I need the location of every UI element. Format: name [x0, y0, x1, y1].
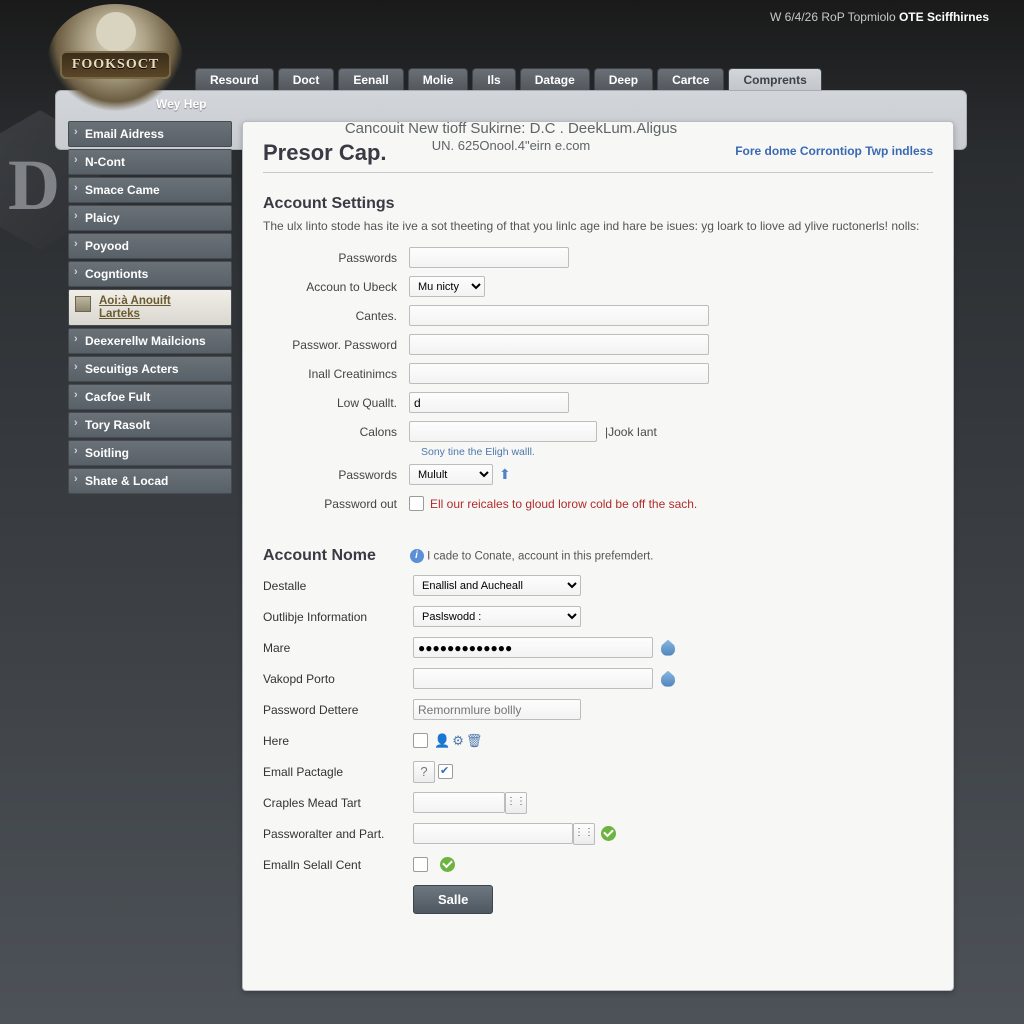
nav-deep[interactable]: Deep — [594, 68, 653, 90]
stepper-craples[interactable]: ⋮⋮ — [505, 792, 527, 814]
nav-ils[interactable]: Ils — [472, 68, 515, 90]
up-arrow-icon[interactable]: ⬆ — [499, 466, 511, 483]
footer: Cancouit New tioff Sukirne: D.C . DeekLu… — [56, 119, 966, 155]
lbl-email-sel: Emalln Selall Cent — [263, 858, 413, 872]
sidebar-item-tory[interactable]: Tory Rasolt — [68, 412, 232, 438]
section-account-nome: Account Nome — [263, 547, 376, 565]
breadcrumb: Wey Hep — [56, 91, 966, 119]
info-icon: i — [410, 549, 424, 563]
droplet-icon[interactable] — [661, 640, 675, 656]
site-logo: FOOKSOCT — [48, 4, 183, 114]
input-pass-det[interactable] — [413, 699, 581, 720]
lbl-inal-cred: Inall Creatinimcs — [263, 367, 409, 381]
nav-molie[interactable]: Molie — [408, 68, 469, 90]
sidebar: Email Aidress N-Cont Smace Came Plaicy P… — [68, 121, 232, 494]
sidebar-item-plaicy[interactable]: Plaicy — [68, 205, 232, 231]
lbl-pass-det: Password Dettere — [263, 703, 413, 717]
warn-text: Ell our reicales to gloud lorow cold be … — [430, 497, 697, 511]
nav-eenall[interactable]: Eenall — [338, 68, 403, 90]
ok-icon — [601, 826, 616, 841]
input-inal-cred[interactable] — [409, 363, 709, 384]
main-nav: Resourd Doct Eenall Molie Ils Datage Dee… — [195, 68, 969, 90]
lbl-passwords2: Passwords — [263, 468, 409, 482]
input-mare[interactable] — [413, 637, 653, 658]
hint-text: Sony tine the Eligh walll. — [421, 446, 933, 458]
sidebar-item-security[interactable]: Secuitigs Acters — [68, 356, 232, 382]
sidebar-item-cacfoe[interactable]: Cacfoe Fult — [68, 384, 232, 410]
input-low-qual[interactable] — [409, 392, 569, 413]
select-passwords2[interactable]: Mulult — [409, 464, 493, 485]
lbl-email-pac: Emall Pactagle — [263, 765, 413, 779]
sidebar-item-poyood[interactable]: Poyood — [68, 233, 232, 259]
input-cantes[interactable] — [409, 305, 709, 326]
nav-comprents[interactable]: Comprents — [728, 68, 821, 90]
header-meta: W 6/4/26 RoP Topmiolo OTE Sciffhirnes — [770, 10, 989, 24]
lbl-here: Here — [263, 734, 413, 748]
input-craples[interactable] — [413, 792, 505, 813]
sidebar-item-shate[interactable]: Shate & Locad — [68, 468, 232, 494]
lbl-password-out: Password out — [263, 497, 409, 511]
lbl-low-qual: Low Quallt. — [263, 396, 409, 410]
lbl-vakopd: Vakopd Porto — [263, 672, 413, 686]
lbl-craples: Craples Mead Tart — [263, 796, 413, 810]
chk-password-out[interactable] — [409, 496, 424, 511]
select-outible[interactable]: Paslswodd : — [413, 606, 581, 627]
person-icon: 👤 — [434, 733, 450, 748]
content-card: Fore dome Corrontiop Twp indless Presor … — [242, 121, 954, 991]
intro-text: The ulx linto stode has ite ive a sot th… — [263, 219, 933, 235]
nav-cartce[interactable]: Cartce — [657, 68, 724, 90]
droplet-icon-2[interactable] — [661, 671, 675, 687]
select-account-ubeck[interactable]: Mu nicty — [409, 276, 485, 297]
sidebar-item-soitling[interactable]: Soitling — [68, 440, 232, 466]
chk-here[interactable] — [413, 733, 428, 748]
lbl-passafter: Passworalter and Part. — [263, 827, 413, 841]
nav-resourd[interactable]: Resourd — [195, 68, 274, 90]
calons-side-text: |Jook Iant — [605, 425, 657, 439]
nav-datage[interactable]: Datage — [520, 68, 590, 90]
input-calons[interactable] — [409, 421, 597, 442]
input-pass-pass[interactable] — [409, 334, 709, 355]
stepper-passafter[interactable]: ⋮⋮ — [573, 823, 595, 845]
section-account-settings: Account Settings — [263, 195, 933, 213]
save-button[interactable]: Salle — [413, 885, 493, 914]
warning-icon — [75, 296, 91, 312]
section-note: I cade to Conate, account in this prefem… — [427, 550, 653, 562]
ok-icon-2 — [440, 857, 455, 872]
lbl-account-ubeck: Accoun to Ubeck — [263, 280, 409, 294]
input-passafter[interactable] — [413, 823, 573, 844]
select-destalle[interactable]: Enallisl and Aucheall — [413, 575, 581, 596]
nav-doct[interactable]: Doct — [278, 68, 335, 90]
lbl-destalle: Destalle — [263, 579, 413, 593]
input-vakopd[interactable] — [413, 668, 653, 689]
gear-icon: ⚙ — [452, 733, 464, 748]
main-panel: Wey Hep Email Aidress N-Cont Smace Came … — [55, 90, 967, 150]
lbl-mare: Mare — [263, 641, 413, 655]
lbl-cantes: Cantes. — [263, 309, 409, 323]
trash-icon: 🗑 — [466, 733, 483, 748]
input-passwords[interactable] — [409, 247, 569, 268]
chk-email-sel[interactable] — [413, 857, 428, 872]
sidebar-item-cogntionts[interactable]: Cogntionts — [68, 261, 232, 287]
sidebar-item-smace[interactable]: Smace Came — [68, 177, 232, 203]
help-box[interactable]: ? — [413, 761, 435, 783]
sidebar-item-account-settings[interactable]: Aoi:à Anouift Larteks — [68, 289, 232, 326]
sidebar-item-deex[interactable]: Deexerellw Mailcions — [68, 328, 232, 354]
lbl-pass-pass: Passwor. Password — [263, 338, 409, 352]
lbl-calons: Calons — [263, 425, 409, 439]
chk-email-pac[interactable] — [438, 764, 453, 779]
mini-icons: 👤⚙🗑 — [434, 733, 484, 749]
lbl-passwords: Passwords — [263, 251, 409, 265]
lbl-outible: Outlibje Information — [263, 610, 413, 624]
